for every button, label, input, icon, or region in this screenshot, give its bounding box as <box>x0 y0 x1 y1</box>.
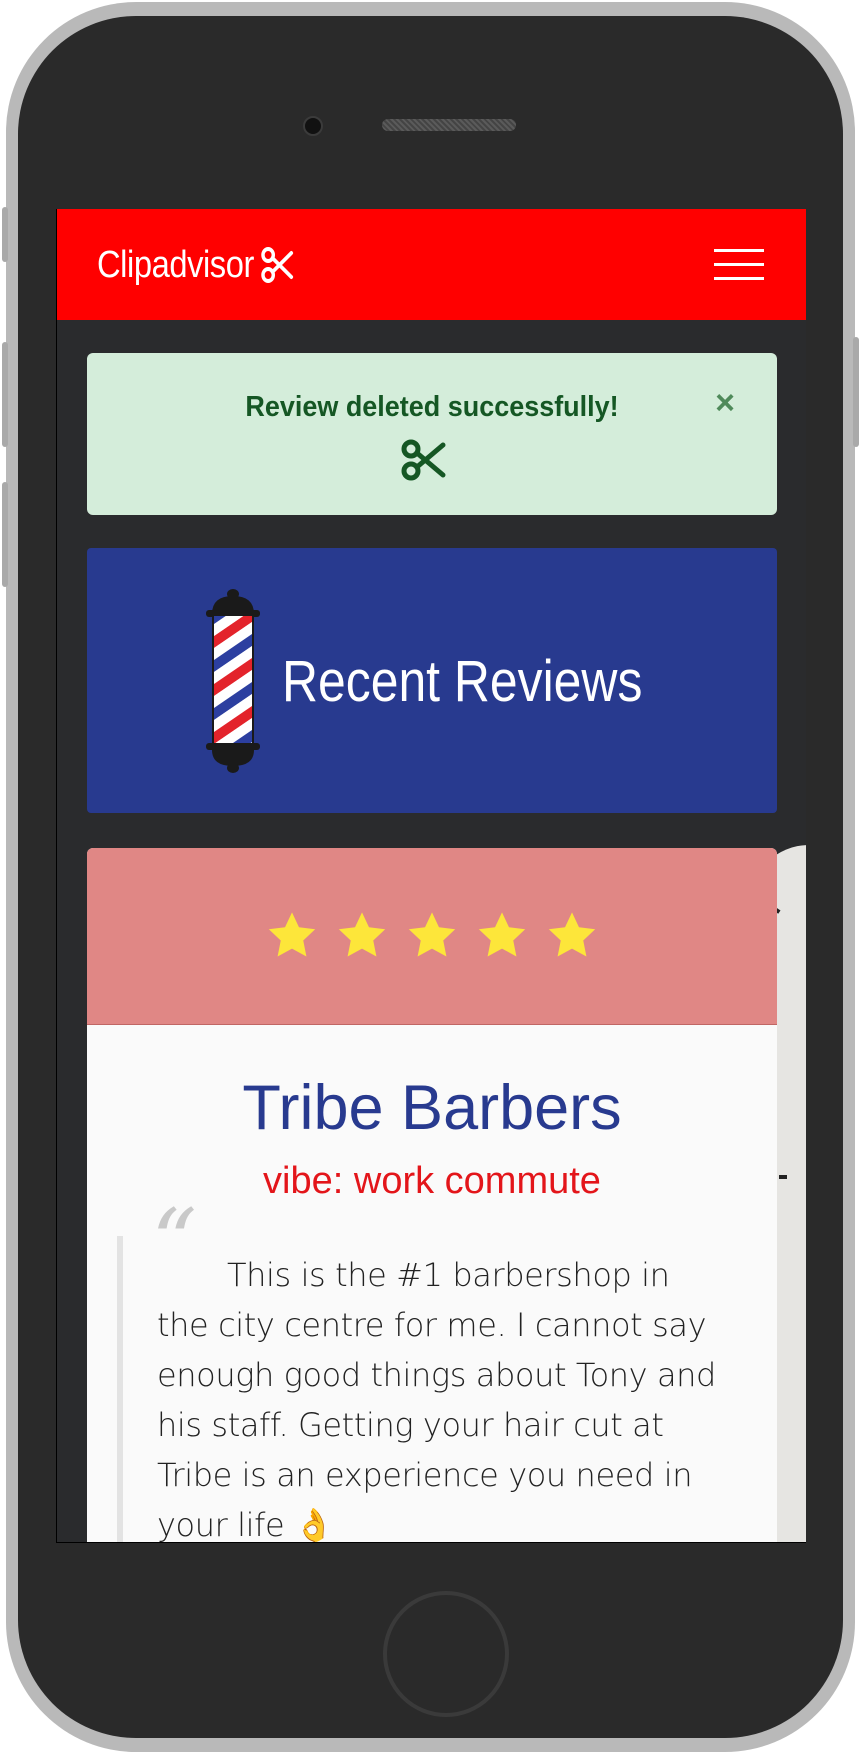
hamburger-line <box>714 277 764 280</box>
power-button <box>853 337 859 447</box>
review-rating-header <box>87 848 777 1025</box>
camera <box>303 116 323 136</box>
scissors-icon <box>401 439 446 481</box>
hamburger-line <box>714 249 764 252</box>
shop-name[interactable]: Tribe Barbers <box>87 1072 777 1144</box>
review-card: Tribe Barbers vibe: work commute “ This … <box>87 848 777 1543</box>
decoration-mark <box>779 1175 787 1179</box>
blockquote-border <box>117 1236 123 1542</box>
success-alert: Review deleted successfully! × <box>87 353 777 515</box>
alert-message: Review deleted successfully! <box>245 391 619 423</box>
navbar: Clipadvisor <box>57 209 806 320</box>
star-rating <box>264 909 600 963</box>
brand-name: Clipadvisor <box>97 243 254 286</box>
scissors-icon <box>261 247 294 283</box>
star-icon <box>478 912 526 957</box>
alert-close-button[interactable]: × <box>705 383 745 423</box>
speaker-grille <box>382 119 516 131</box>
page-title: Recent Reviews <box>282 649 643 714</box>
star-icon <box>338 912 386 957</box>
volume-up-button <box>2 342 8 447</box>
star-icon <box>408 912 456 957</box>
recent-reviews-banner: Recent Reviews <box>87 548 777 813</box>
barber-pole-icon <box>206 589 260 773</box>
hamburger-menu-button[interactable] <box>714 245 764 283</box>
mute-switch <box>2 207 8 262</box>
brand-link[interactable]: Clipadvisor <box>97 242 295 288</box>
home-button[interactable] <box>383 1591 509 1717</box>
hamburger-line <box>714 263 764 266</box>
star-icon <box>548 912 596 957</box>
review-text: This is the #1 barbershop in the city ce… <box>157 1256 716 1543</box>
star-icon <box>268 912 316 957</box>
screen: Clipadvisor Review deleted successfully!… <box>56 209 806 1543</box>
volume-down-button <box>2 482 8 587</box>
